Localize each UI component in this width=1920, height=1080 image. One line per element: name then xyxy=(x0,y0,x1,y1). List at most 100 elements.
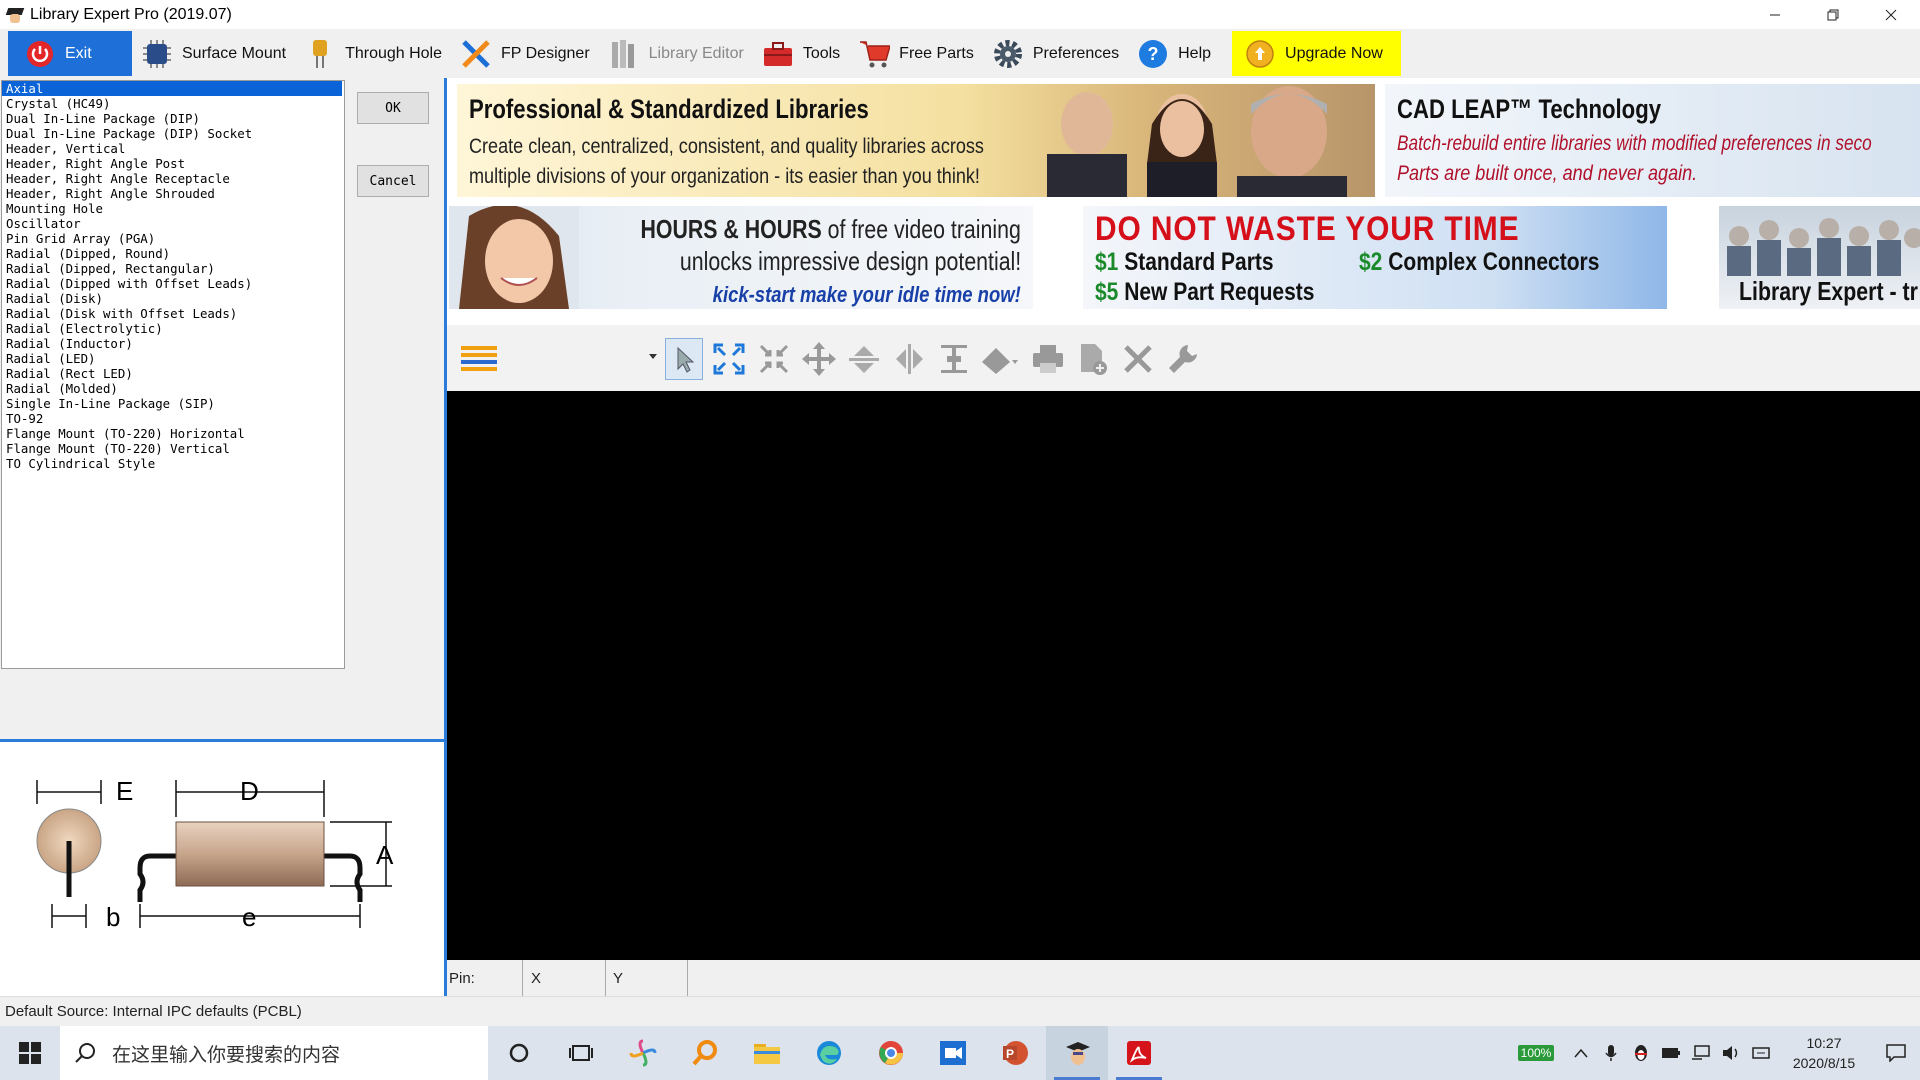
ad-banner-professional-libraries[interactable]: Professional & Standardized Libraries Cr… xyxy=(457,84,1375,197)
upgrade-now-label: Upgrade Now xyxy=(1285,44,1383,62)
package-list-item[interactable]: Header, Right Angle Post xyxy=(2,156,344,171)
package-list-item[interactable]: Header, Right Angle Shrouded xyxy=(2,186,344,201)
package-list-item[interactable]: Pin Grid Array (PGA) xyxy=(2,231,344,246)
package-list-item[interactable]: Radial (Dipped with Offset Leads) xyxy=(2,276,344,291)
package-type-list[interactable]: Axial Crystal (HC49) Dual In-Line Package … xyxy=(1,80,345,669)
show-hidden-icons-chevron-icon[interactable] xyxy=(1566,1026,1596,1080)
fill-shape-icon[interactable] xyxy=(980,338,1018,380)
restore-button[interactable] xyxy=(1804,0,1862,29)
input-method-icon[interactable] xyxy=(1746,1026,1776,1080)
ad-banner-cad-leap[interactable]: CAD LEAP™ Technology Batch-rebuild entir… xyxy=(1385,84,1920,197)
preferences-button[interactable]: Preferences xyxy=(983,31,1128,76)
package-list-item[interactable]: Radial (Dipped, Rectangular) xyxy=(2,261,344,276)
acrobat-icon[interactable] xyxy=(1108,1026,1170,1080)
taskbar-search[interactable]: 在这里输入你要搜索的内容 xyxy=(60,1026,488,1080)
package-list-item[interactable]: Single In-Line Package (SIP) xyxy=(2,396,344,411)
add-document-icon[interactable] xyxy=(1074,338,1112,380)
surface-mount-button[interactable]: Surface Mount xyxy=(132,31,295,76)
select-arrow-icon[interactable] xyxy=(665,338,703,380)
svg-text:P: P xyxy=(1006,1047,1014,1061)
through-hole-button[interactable]: Through Hole xyxy=(295,31,451,76)
minimize-button[interactable] xyxy=(1746,0,1804,29)
package-list-item[interactable]: Dual In-Line Package (DIP) xyxy=(2,111,344,126)
fp-designer-button[interactable]: FP Designer xyxy=(451,31,599,76)
package-list-item[interactable]: Dual In-Line Package (DIP) Socket xyxy=(2,126,344,141)
delete-icon[interactable] xyxy=(1119,338,1157,380)
package-list-item[interactable]: TO-92 xyxy=(2,411,344,426)
svg-text:?: ? xyxy=(1148,44,1159,64)
package-list-item[interactable]: Radial (Molded) xyxy=(2,381,344,396)
through-hole-component-icon xyxy=(304,38,336,70)
package-list-item[interactable]: TO Cylindrical Style xyxy=(2,456,344,471)
dim-label-d: D xyxy=(240,776,259,806)
exit-button[interactable]: Exit xyxy=(8,31,132,76)
search-app-icon[interactable] xyxy=(674,1026,736,1080)
package-list-item[interactable]: Radial (LED) xyxy=(2,351,344,366)
library-editor-button[interactable]: Library Editor xyxy=(599,31,753,76)
package-list-item[interactable]: Radial (Disk) xyxy=(2,291,344,306)
ad5-title: Library Expert - tr xyxy=(1739,276,1918,306)
people-photo xyxy=(1047,86,1347,197)
package-list-item[interactable]: Flange Mount (TO-220) Vertical xyxy=(2,441,344,456)
upgrade-now-button[interactable]: Upgrade Now xyxy=(1232,31,1402,76)
cortana-icon[interactable] xyxy=(488,1026,550,1080)
package-list-item[interactable]: Crystal (HC49) xyxy=(2,96,344,111)
flip-horizontal-icon[interactable] xyxy=(890,338,928,380)
package-list-item[interactable]: Mounting Hole xyxy=(2,201,344,216)
ad-banner-video-training[interactable]: HOURS & HOURS of free video training unl… xyxy=(449,206,1033,309)
network-icon[interactable] xyxy=(1686,1026,1716,1080)
package-list-item[interactable]: Radial (Rect LED) xyxy=(2,366,344,381)
layers-icon[interactable] xyxy=(461,345,497,378)
powerpoint-icon[interactable]: P xyxy=(984,1026,1046,1080)
close-button[interactable] xyxy=(1862,0,1920,29)
zoom-extents-icon[interactable] xyxy=(710,338,748,380)
layer-combo[interactable] xyxy=(505,343,657,371)
free-parts-button[interactable]: Free Parts xyxy=(849,31,983,76)
library-expert-taskbar-icon[interactable] xyxy=(1046,1026,1108,1080)
clock-time: 10:27 xyxy=(1806,1035,1842,1051)
package-list-item[interactable]: Radial (Disk with Offset Leads) xyxy=(2,306,344,321)
package-list-item[interactable]: Radial (Dipped, Round) xyxy=(2,246,344,261)
microphone-icon[interactable] xyxy=(1596,1026,1626,1080)
dim-label-e-upper: E xyxy=(116,776,133,806)
ad-banner-do-not-waste-time[interactable]: DO NOT WASTE YOUR TIME $1 Standard Parts… xyxy=(1083,206,1667,309)
meeting-app-icon[interactable] xyxy=(922,1026,984,1080)
package-list-item[interactable]: Header, Vertical xyxy=(2,141,344,156)
center-align-icon[interactable] xyxy=(935,338,973,380)
package-list-item[interactable]: Flange Mount (TO-220) Horizontal xyxy=(2,426,344,441)
print-icon[interactable] xyxy=(1029,338,1067,380)
wrench-icon[interactable] xyxy=(1164,338,1202,380)
pinwheel-app-icon[interactable] xyxy=(612,1026,674,1080)
ad2-line1: Batch-rebuild entire libraries with modi… xyxy=(1397,132,1872,155)
windows-taskbar: 在这里输入你要搜索的内容 P 100% 10:27 2020/8/15 xyxy=(0,1026,1920,1080)
package-list-item[interactable]: Axial xyxy=(2,81,342,96)
package-list-item[interactable]: Radial (Electrolytic) xyxy=(2,321,344,336)
close-icon xyxy=(1885,9,1897,20)
zoom-fit-icon[interactable] xyxy=(755,338,793,380)
battery-icon[interactable] xyxy=(1656,1026,1686,1080)
chrome-browser-icon[interactable] xyxy=(860,1026,922,1080)
start-button[interactable] xyxy=(0,1026,60,1080)
volume-icon[interactable] xyxy=(1716,1026,1746,1080)
package-list-item[interactable]: Oscillator xyxy=(2,216,344,231)
notification-center-icon[interactable] xyxy=(1872,1026,1920,1080)
pin-readout: Pin: xyxy=(449,969,475,987)
pan-move-icon[interactable] xyxy=(800,338,838,380)
tools-button[interactable]: Tools xyxy=(753,31,849,76)
footprint-canvas[interactable] xyxy=(447,391,1920,960)
ad1-body: Create clean, centralized, consistent, a… xyxy=(469,135,984,188)
package-list-item[interactable]: Radial (Inductor) xyxy=(2,336,344,351)
ok-button[interactable]: OK xyxy=(357,92,429,124)
system-clock[interactable]: 10:27 2020/8/15 xyxy=(1776,1033,1872,1073)
through-hole-label: Through Hole xyxy=(345,44,443,62)
edge-browser-icon[interactable] xyxy=(798,1026,860,1080)
help-button[interactable]: ? Help xyxy=(1128,31,1220,76)
ad-banner-library-expert-trial[interactable]: Library Expert - tr xyxy=(1719,206,1920,309)
file-explorer-icon[interactable] xyxy=(736,1026,798,1080)
package-list-item[interactable]: Header, Right Angle Receptacle xyxy=(2,171,344,186)
battery-indicator[interactable]: 100% xyxy=(1506,1026,1566,1080)
cancel-button[interactable]: Cancel xyxy=(357,165,429,197)
qq-penguin-icon[interactable] xyxy=(1626,1026,1656,1080)
task-view-icon[interactable] xyxy=(550,1026,612,1080)
flip-vertical-icon[interactable] xyxy=(845,338,883,380)
